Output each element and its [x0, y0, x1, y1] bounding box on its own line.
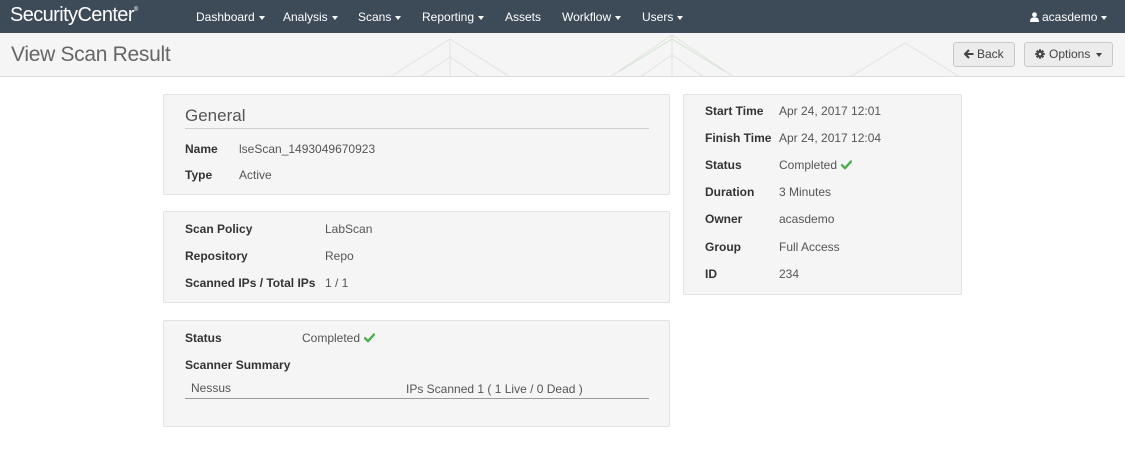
owner-value: acasdemo — [779, 212, 835, 226]
nav-workflow[interactable]: Workflow — [562, 10, 622, 24]
scanner-summary-label: Scanner Summary — [185, 358, 291, 372]
chevron-down-icon — [615, 15, 622, 20]
options-button-label: Options — [1049, 47, 1091, 61]
id-label: ID — [705, 267, 717, 281]
scanner-name: Nessus — [191, 381, 232, 395]
nav-workflow-label: Workflow — [562, 10, 612, 24]
nav-assets-label: Assets — [505, 10, 542, 24]
nav-users[interactable]: Users — [642, 10, 684, 24]
type-value: Active — [239, 168, 272, 182]
type-label: Type — [185, 168, 213, 182]
detail-status-value: Completed — [779, 158, 853, 172]
user-icon — [1030, 12, 1039, 22]
nav-reporting[interactable]: Reporting — [422, 10, 485, 24]
scan-policy-label: Scan Policy — [185, 222, 253, 236]
group-value: Full Access — [779, 240, 840, 254]
scan-policy-value: LabScan — [325, 222, 373, 236]
scanned-ips-label: Scanned IPs / Total IPs — [185, 276, 316, 290]
scanned-ips-value: 1 / 1 — [325, 276, 349, 290]
chevron-down-icon — [258, 15, 265, 20]
page-title: View Scan Result — [11, 43, 171, 66]
chevron-down-icon — [1096, 52, 1103, 57]
scan-details-panel: Start Time Apr 24, 2017 12:01 Finish Tim… — [683, 94, 962, 295]
scan-status-panel: Status Completed Scanner Summary Nessus … — [163, 320, 670, 427]
top-navbar: SecurityCenter® Dashboard Analysis Scans… — [0, 0, 1125, 33]
chevron-down-icon — [395, 15, 402, 20]
name-value: lseScan_1493049670923 — [239, 142, 376, 156]
status-label: Status — [185, 331, 222, 345]
chevron-down-icon — [677, 15, 684, 20]
name-label: Name — [185, 142, 218, 156]
summary-table-divider — [185, 398, 649, 399]
id-value: 234 — [779, 267, 800, 281]
repository-value: Repo — [325, 249, 354, 263]
nav-dashboard[interactable]: Dashboard — [196, 10, 265, 24]
start-time-label: Start Time — [705, 104, 764, 118]
finish-time-label: Finish Time — [705, 131, 772, 145]
nav-dashboard-label: Dashboard — [196, 10, 255, 24]
nav-users-label: Users — [642, 10, 674, 24]
nav-scans-label: Scans — [358, 10, 392, 24]
group-label: Group — [705, 240, 741, 254]
arrow-left-icon — [964, 49, 974, 59]
gear-icon — [1035, 49, 1045, 59]
nav-analysis[interactable]: Analysis — [283, 10, 338, 24]
duration-value: 3 Minutes — [779, 185, 832, 199]
scan-policy-panel: Scan Policy LabScan Repository Repo Scan… — [163, 211, 670, 303]
brand-logo[interactable]: SecurityCenter® — [10, 4, 138, 27]
brand-name: SecurityCenter — [10, 4, 134, 26]
chevron-down-icon — [1101, 15, 1108, 20]
page-header: View Scan Result Back Options — [0, 33, 1125, 77]
options-button[interactable]: Options — [1024, 42, 1114, 67]
section-divider — [185, 128, 649, 129]
repository-label: Repository — [185, 249, 248, 263]
finish-time-value: Apr 24, 2017 12:04 — [779, 131, 882, 145]
start-time-value: Apr 24, 2017 12:01 — [779, 104, 882, 118]
nav-reporting-label: Reporting — [422, 10, 475, 24]
detail-status-text: Completed — [779, 158, 838, 172]
chevron-down-icon — [478, 15, 485, 20]
back-button-label: Back — [977, 47, 1004, 61]
chevron-down-icon — [331, 15, 338, 20]
nav-assets[interactable]: Assets — [505, 10, 541, 24]
status-text: Completed — [302, 331, 361, 345]
owner-label: Owner — [705, 212, 743, 226]
nav-scans[interactable]: Scans — [358, 10, 402, 24]
scanner-result: IPs Scanned 1 ( 1 Live / 0 Dead ) — [406, 382, 583, 396]
general-section-title: General — [185, 106, 246, 125]
general-panel: General Name lseScan_1493049670923 Type … — [163, 94, 670, 195]
brand-mark: ® — [133, 7, 138, 13]
detail-status-label: Status — [705, 158, 742, 172]
duration-label: Duration — [705, 185, 755, 199]
check-icon — [364, 333, 376, 343]
status-value: Completed — [302, 331, 376, 345]
back-button[interactable]: Back — [953, 42, 1015, 67]
check-icon — [841, 160, 853, 170]
user-menu[interactable]: acasdemo — [1030, 10, 1108, 24]
nav-analysis-label: Analysis — [283, 10, 328, 24]
user-name: acasdemo — [1042, 10, 1098, 24]
